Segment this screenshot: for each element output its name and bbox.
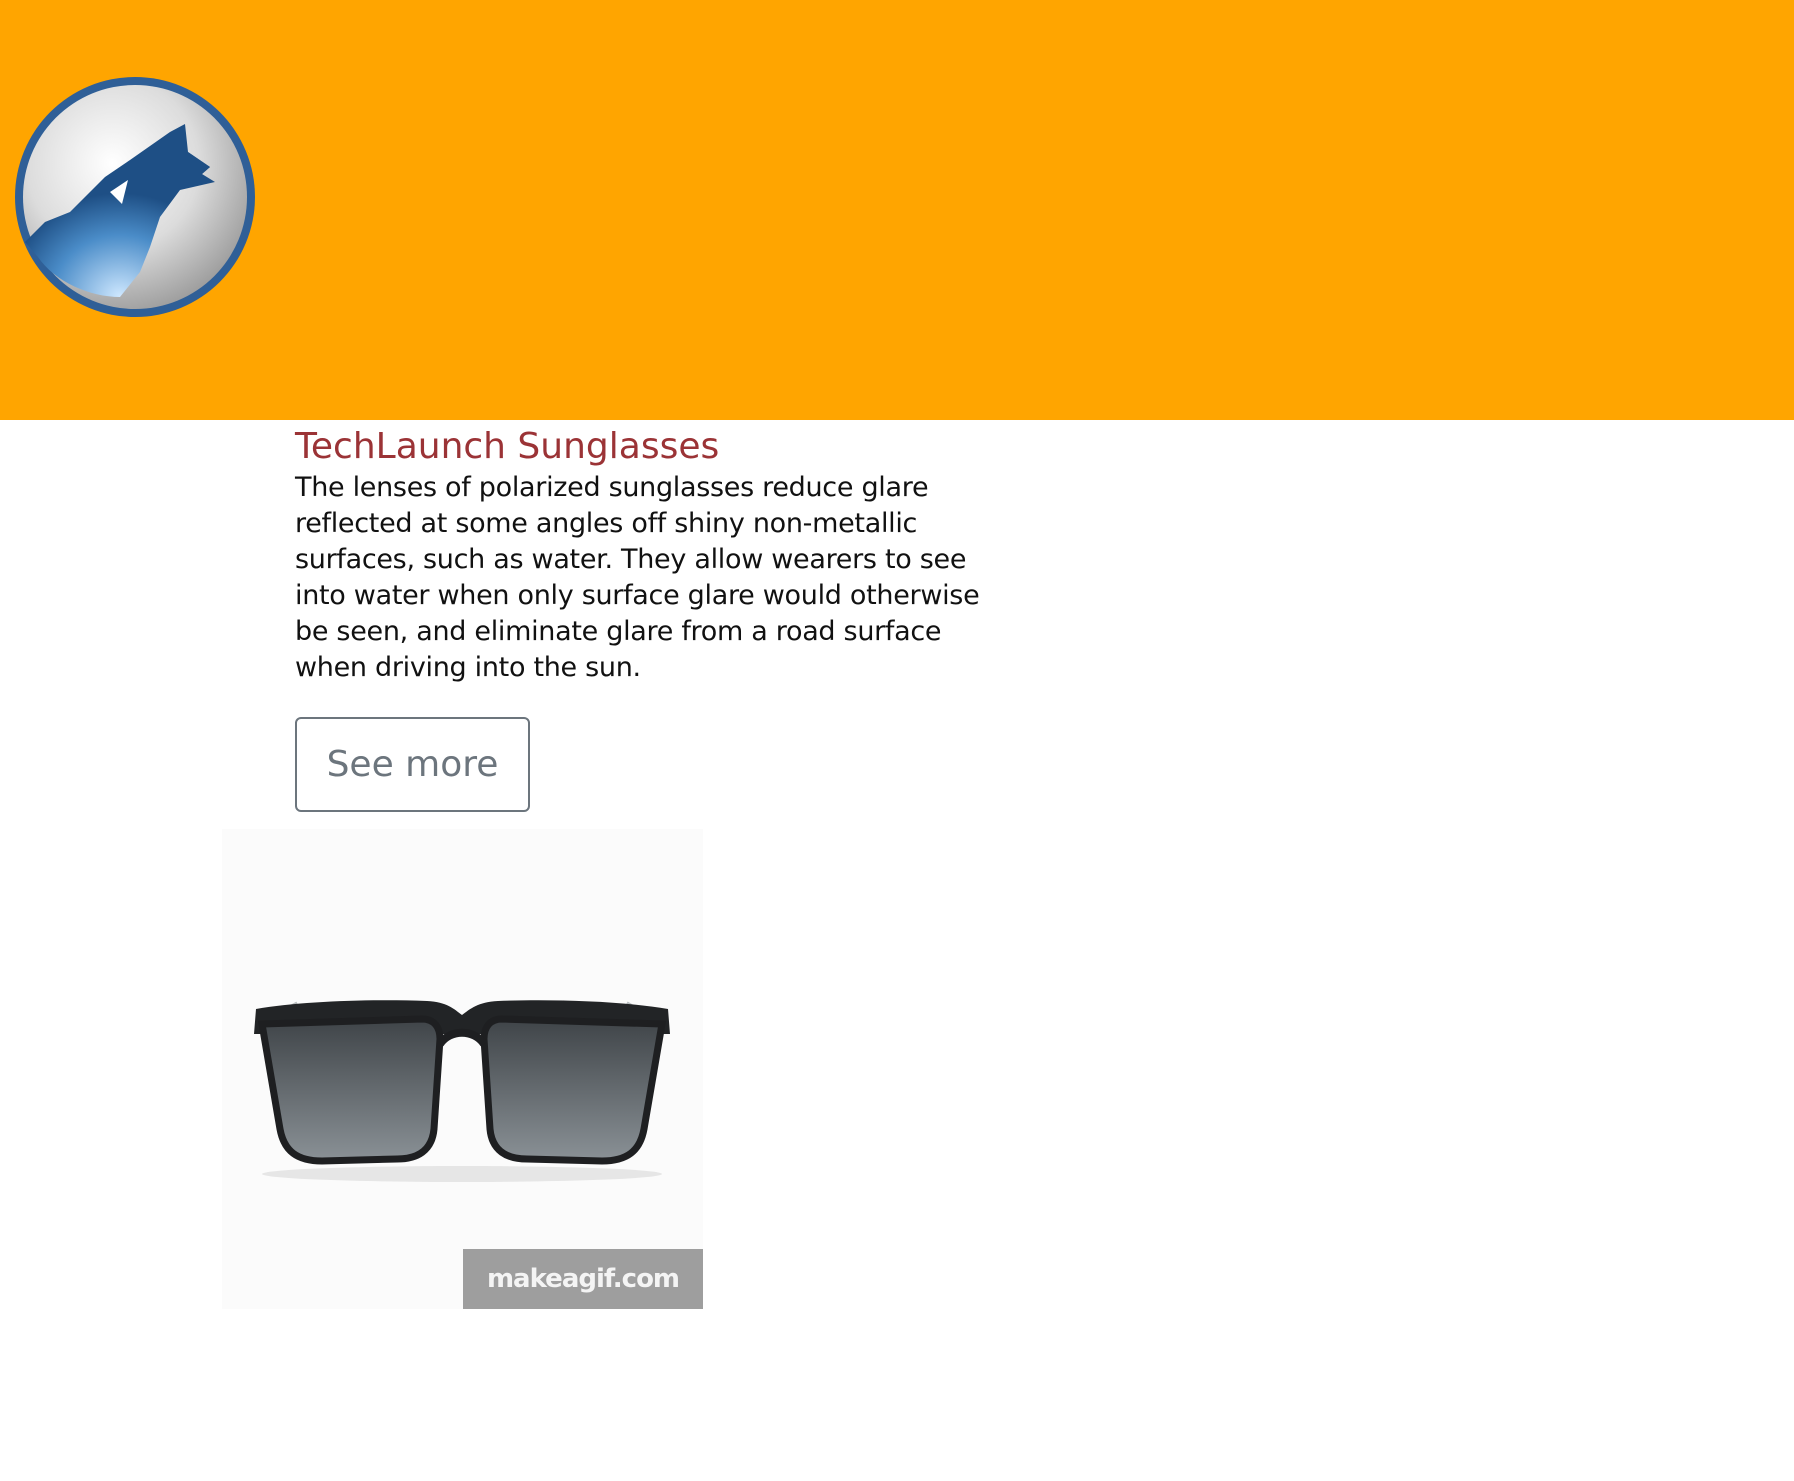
see-more-button[interactable]: See more bbox=[295, 717, 530, 812]
sunglasses-icon bbox=[254, 1000, 670, 1182]
product-title: TechLaunch Sunglasses bbox=[295, 426, 720, 467]
header-banner bbox=[0, 0, 1794, 420]
makeagif-watermark: makeagif.com bbox=[463, 1249, 703, 1309]
product-content: TechLaunch Sunglasses The lenses of pola… bbox=[295, 425, 985, 686]
howling-wolf-logo-icon bbox=[15, 77, 255, 317]
product-description: The lenses of polarized sunglasses reduc… bbox=[295, 472, 980, 683]
sunglasses-image: makeagif.com bbox=[222, 829, 703, 1309]
